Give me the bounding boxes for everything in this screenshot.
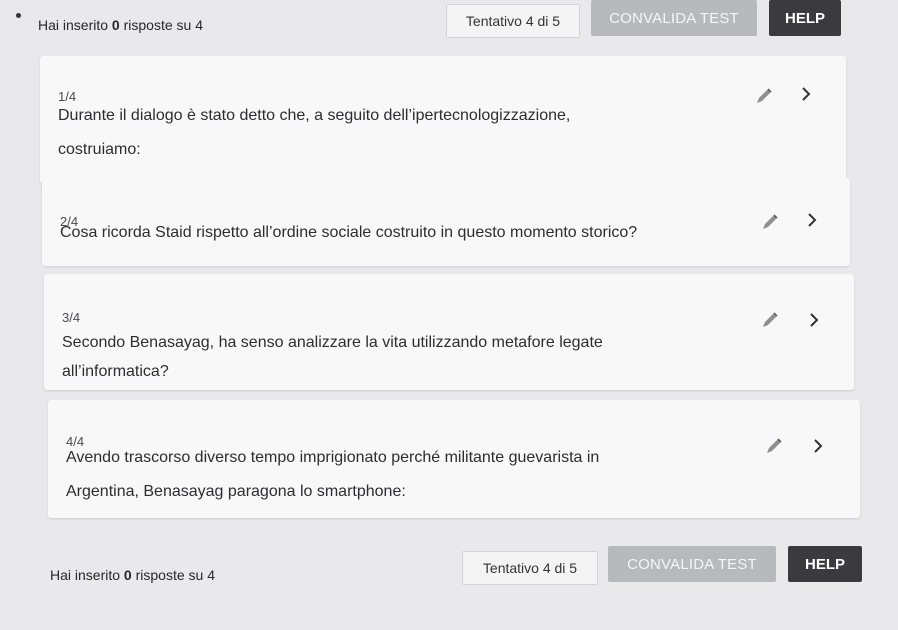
validate-test-button[interactable]: CONVALIDA TEST (591, 0, 757, 36)
question-line-2: costruiamo: (58, 141, 141, 158)
pencil-icon[interactable] (760, 212, 780, 232)
chevron-right-icon[interactable] (808, 312, 820, 328)
question-line-1: Durante il dialogo è stato detto che, a … (58, 107, 571, 124)
help-button[interactable]: HELP (788, 546, 862, 582)
question-card-2[interactable]: 2/4 Cosa ricorda Staid rispetto all’ordi… (42, 178, 850, 266)
question-card-3[interactable]: 3/4 Secondo Benasayag, ha senso analizza… (44, 274, 854, 390)
pencil-icon[interactable] (764, 436, 784, 456)
question-line-2: all’informatica? (62, 363, 169, 380)
question-number: 3/4 (62, 310, 81, 325)
attempt-counter: Tentativo 4 di 5 (462, 551, 598, 585)
question-line-1: Cosa ricorda Staid rispetto all’ordine s… (60, 224, 638, 241)
status-prefix: Hai inserito (50, 567, 121, 583)
status-suffix: risposte su 4 (135, 567, 215, 583)
validate-test-button[interactable]: CONVALIDA TEST (608, 546, 776, 582)
answers-status: Hai inserito 0 risposte su 4 (50, 567, 215, 583)
status-prefix: Hai inserito (38, 17, 109, 33)
question-card-4[interactable]: 4/4 Avendo trascorso diverso tempo impri… (48, 400, 860, 518)
answered-count: 0 (123, 567, 132, 583)
pencil-icon[interactable] (760, 310, 780, 330)
attempt-counter: Tentativo 4 di 5 (446, 4, 580, 38)
pencil-icon[interactable] (754, 86, 774, 106)
chevron-right-icon[interactable] (812, 438, 824, 454)
chevron-right-icon[interactable] (800, 86, 812, 102)
bottom-toolbar: Hai inserito 0 risposte su 4 Tentativo 4… (0, 544, 898, 592)
answered-count: 0 (111, 17, 120, 33)
question-line-2: Argentina, Benasayag paragona lo smartph… (66, 483, 406, 500)
answers-status: Hai inserito 0 risposte su 4 (38, 17, 203, 33)
help-button[interactable]: HELP (769, 0, 841, 36)
question-card-1[interactable]: 1/4 Durante il dialogo è stato detto che… (40, 56, 846, 184)
chevron-right-icon[interactable] (806, 212, 818, 228)
bullet-dot (16, 13, 21, 18)
question-line-1: Secondo Benasayag, ha senso analizzare l… (62, 334, 603, 351)
status-suffix: risposte su 4 (123, 17, 203, 33)
top-toolbar: Hai inserito 0 risposte su 4 Tentativo 4… (0, 0, 898, 48)
question-line-1: Avendo trascorso diverso tempo imprigion… (66, 449, 600, 466)
